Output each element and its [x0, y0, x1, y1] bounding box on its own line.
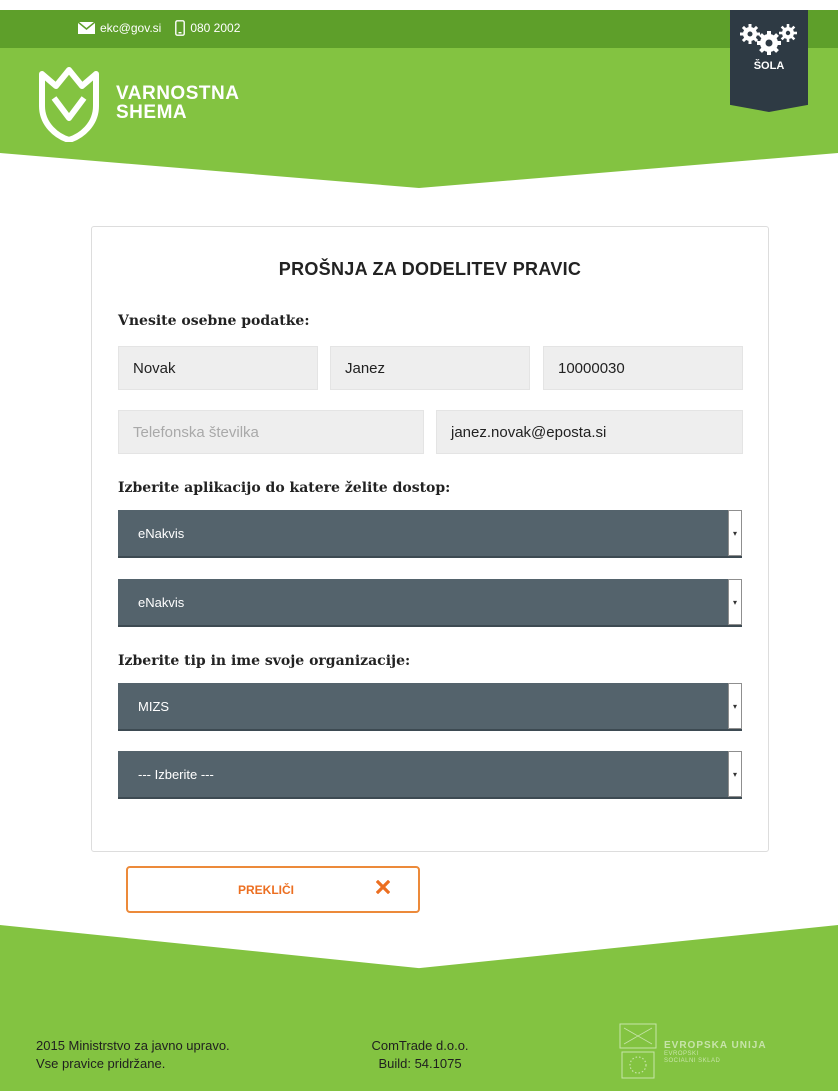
phone-text: 080 2002: [190, 21, 241, 35]
chevron-down-icon[interactable]: ▾: [728, 510, 742, 556]
school-badge[interactable]: ŠOLA: [730, 10, 808, 112]
copyright-line-1: 2015 Ministrstvo za javno upravo.: [36, 1038, 230, 1053]
chevron-down-icon[interactable]: ▾: [728, 683, 742, 729]
eu-sub-1: EVROPSKI: [664, 1050, 699, 1057]
application-select-1[interactable]: eNakvis ▾: [118, 510, 742, 558]
application-select-2-value: eNakvis: [138, 594, 185, 610]
cancel-button-label: PREKLIČI: [238, 882, 295, 897]
id-number-field[interactable]: 10000030: [543, 346, 743, 390]
form-title: PROŠNJA ZA DODELITEV PRAVIC: [278, 259, 582, 279]
request-form-card: PROŠNJA ZA DODELITEV PRAVIC Vnesite oseb…: [91, 226, 769, 852]
logo-line-2: SHEMA: [116, 102, 188, 123]
tulip-shield-icon: [39, 67, 99, 142]
footer-copyright: 2015 Ministrstvo za javno upravo. Vse pr…: [36, 1037, 230, 1073]
top-contact-bar: ekc@gov.si 080 2002: [0, 10, 838, 48]
eu-sub-2: SOCIALNI SKLAD: [664, 1057, 721, 1064]
copyright-line-2: Vse pravice pridržane.: [36, 1056, 166, 1071]
eu-logo: EVROPSKA UNIJA EVROPSKI SOCIALNI SKLAD: [618, 1022, 767, 1082]
gears-icon: [740, 24, 797, 55]
application-label: Izberite aplikacijo do katere želite dos…: [118, 480, 451, 496]
personal-data-label: Vnesite osebne podatke:: [118, 313, 310, 329]
phone-field[interactable]: Telefonska številka: [118, 410, 424, 454]
site-logo[interactable]: VARNOSTNA SHEMA: [36, 64, 239, 142]
organization-name-value: --- Izberite ---: [138, 766, 214, 782]
organization-type-select[interactable]: MIZS ▾: [118, 683, 742, 731]
application-select-2[interactable]: eNakvis ▾: [118, 579, 742, 627]
first-name-field[interactable]: Janez: [330, 346, 530, 390]
organization-type-value: MIZS: [138, 698, 170, 714]
eu-text: EVROPSKA UNIJA EVROPSKI SOCIALNI SKLAD: [664, 1040, 767, 1065]
logo-line-1: VARNOSTNA: [116, 83, 240, 104]
last-name-field[interactable]: Novak: [118, 346, 318, 390]
eu-title: EVROPSKA UNIJA: [664, 1039, 767, 1051]
email-field[interactable]: janez.novak@eposta.si: [436, 410, 743, 454]
eu-flag-icon: [619, 1023, 657, 1079]
logo-title: VARNOSTNA SHEMA: [116, 84, 239, 122]
badge-label: ŠOLA: [753, 60, 785, 72]
contact-info: ekc@gov.si 080 2002: [78, 20, 240, 36]
phone-icon: [175, 20, 186, 36]
build-number: Build: 54.1075: [378, 1056, 462, 1071]
email-contact[interactable]: ekc@gov.si: [78, 21, 161, 35]
application-select-1-value: eNakvis: [138, 525, 185, 541]
envelope-icon: [78, 22, 95, 34]
organization-label: Izberite tip in ime svoje organizacije:: [118, 653, 411, 669]
footer-build-info: ComTrade d.o.o. Build: 54.1075: [360, 1037, 480, 1073]
email-text: ekc@gov.si: [100, 21, 162, 35]
chevron-down-icon[interactable]: ▾: [728, 579, 742, 625]
close-icon: [376, 880, 390, 894]
cancel-button[interactable]: PREKLIČI: [126, 866, 420, 913]
organization-name-select[interactable]: --- Izberite --- ▾: [118, 751, 742, 799]
phone-contact[interactable]: 080 2002: [175, 20, 240, 36]
company-name: ComTrade d.o.o.: [371, 1038, 469, 1053]
chevron-down-icon[interactable]: ▾: [728, 751, 742, 797]
